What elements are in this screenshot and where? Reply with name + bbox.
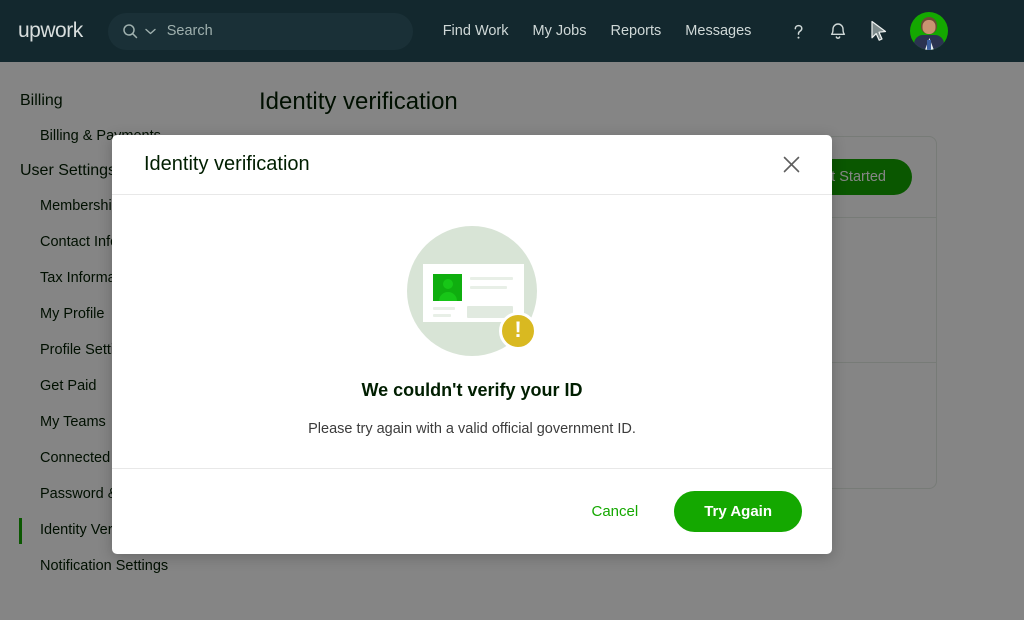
id-card-line-3 (433, 307, 455, 310)
avatar-face (922, 20, 936, 34)
avatar[interactable] (910, 12, 949, 50)
nav-link-find-work[interactable]: Find Work (443, 23, 509, 39)
id-card-line-2 (470, 286, 507, 289)
primary-nav-links: Find Work My Jobs Reports Messages (443, 23, 752, 39)
cancel-button[interactable]: Cancel (582, 495, 649, 528)
verification-failed-message: Please try again with a valid official g… (308, 421, 636, 437)
modal-body: ! We couldn't verify your ID Please try … (112, 195, 832, 468)
id-card-photo-body (438, 292, 457, 301)
id-card-line-4 (433, 314, 451, 317)
notifications-bell-icon[interactable] (829, 21, 847, 41)
modal-title: Identity verification (144, 153, 310, 175)
identity-verification-modal: Identity verification ! We couldn't veri… (112, 135, 832, 554)
mouse-cursor-icon (868, 19, 890, 43)
modal-footer: Cancel Try Again (112, 468, 832, 554)
id-card-photo (433, 274, 462, 301)
nav-link-messages[interactable]: Messages (685, 23, 751, 39)
search-icon (122, 23, 138, 39)
id-card-warning-illustration: ! (407, 226, 537, 356)
app-root: upwork Search Find Work My Jobs Reports … (0, 0, 1024, 620)
nav-link-my-jobs[interactable]: My Jobs (533, 23, 587, 39)
nav-link-reports[interactable]: Reports (611, 23, 662, 39)
id-card-line-1 (470, 277, 513, 280)
warning-badge-icon: ! (499, 312, 537, 350)
verification-failed-heading: We couldn't verify your ID (361, 380, 583, 400)
chevron-down-icon[interactable] (145, 28, 156, 35)
modal-header: Identity verification (112, 135, 832, 195)
upwork-logo[interactable]: upwork (18, 19, 83, 43)
try-again-button[interactable]: Try Again (674, 491, 802, 532)
nav-icon-group (789, 19, 890, 43)
top-navigation-bar: upwork Search Find Work My Jobs Reports … (0, 0, 1024, 62)
close-icon[interactable] (776, 150, 806, 180)
id-card-photo-head (442, 279, 453, 289)
avatar-tie (927, 40, 932, 50)
search-bar[interactable]: Search (107, 12, 413, 50)
help-icon[interactable] (789, 22, 808, 41)
warning-exclamation: ! (514, 317, 522, 342)
search-input[interactable]: Search (167, 23, 213, 39)
